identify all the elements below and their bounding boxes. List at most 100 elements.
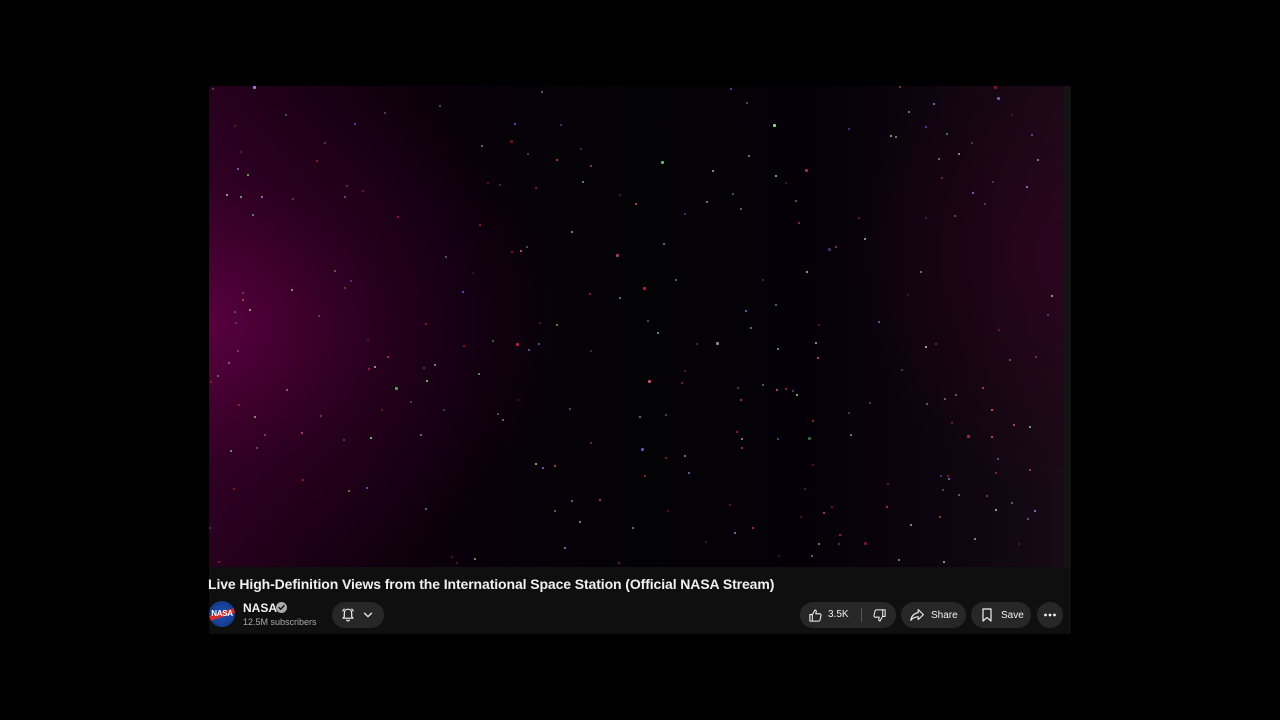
star-dot <box>237 350 239 352</box>
star-dot <box>901 369 903 371</box>
star-dot <box>684 213 686 215</box>
star-dot <box>387 356 389 358</box>
star-dot <box>286 389 288 391</box>
star-dot <box>318 315 320 317</box>
star-dot <box>972 192 974 194</box>
star-dot <box>796 394 798 396</box>
star-dot <box>556 159 558 161</box>
star-dot <box>242 299 244 301</box>
star-dot <box>994 86 997 89</box>
star-dot <box>967 435 970 438</box>
star-dot <box>1011 502 1013 504</box>
star-dot <box>350 280 352 282</box>
star-dot <box>795 200 797 202</box>
star-dot <box>632 527 634 529</box>
star-dot <box>384 112 386 114</box>
notification-settings-button[interactable] <box>332 602 384 628</box>
star-dot <box>253 86 256 89</box>
channel-avatar[interactable]: NASA <box>209 601 235 627</box>
starfield <box>209 86 1064 567</box>
share-button[interactable]: Share <box>901 602 966 628</box>
star-dot <box>346 185 348 187</box>
star-dot <box>920 271 922 273</box>
star-dot <box>234 311 236 313</box>
chevron-down-icon <box>362 609 374 621</box>
star-dot <box>661 161 664 164</box>
star-dot <box>705 541 707 543</box>
star-dot <box>397 216 399 218</box>
star-dot <box>526 246 528 248</box>
star-dot <box>910 524 912 526</box>
star-dot <box>1029 426 1031 428</box>
star-dot <box>740 208 742 210</box>
star-dot <box>590 165 592 167</box>
star-dot <box>750 327 752 329</box>
star-dot <box>367 339 369 341</box>
star-dot <box>233 488 235 490</box>
star-dot <box>644 475 646 477</box>
save-button[interactable]: Save <box>971 602 1031 628</box>
star-dot <box>984 203 986 205</box>
star-dot <box>823 512 825 514</box>
star-dot <box>556 324 558 326</box>
star-dot <box>997 97 1000 100</box>
star-dot <box>316 160 318 162</box>
star-dot <box>240 196 242 198</box>
star-dot <box>908 111 910 113</box>
star-dot <box>886 506 888 508</box>
star-dot <box>218 561 220 563</box>
star-dot <box>792 390 794 392</box>
more-actions-button[interactable] <box>1037 602 1063 628</box>
star-dot <box>1047 314 1049 316</box>
star-dot <box>688 472 690 474</box>
star-dot <box>729 504 731 506</box>
star-dot <box>616 254 619 257</box>
star-dot <box>1018 543 1020 545</box>
star-dot <box>736 431 738 433</box>
star-dot <box>746 102 748 104</box>
dislike-button[interactable] <box>862 602 896 628</box>
star-dot <box>778 555 780 557</box>
channel-name[interactable]: NASA <box>243 601 277 615</box>
star-dot <box>951 422 953 424</box>
star-dot <box>938 158 940 160</box>
star-dot <box>907 294 909 296</box>
star-dot <box>230 450 232 452</box>
star-dot <box>1037 159 1039 161</box>
video-player[interactable] <box>209 86 1064 567</box>
star-dot <box>474 558 476 560</box>
star-dot <box>986 495 988 497</box>
star-dot <box>564 547 566 549</box>
star-dot <box>582 181 584 183</box>
star-dot <box>228 362 230 364</box>
star-dot <box>773 124 776 127</box>
star-dot <box>1013 424 1015 426</box>
star-dot <box>499 184 501 186</box>
star-dot <box>643 287 646 290</box>
star-dot <box>706 201 708 203</box>
star-dot <box>895 136 897 138</box>
like-button[interactable]: 3.5K <box>800 602 858 628</box>
star-dot <box>226 194 228 196</box>
star-dot <box>741 447 743 449</box>
star-dot <box>348 490 350 492</box>
star-dot <box>752 527 754 529</box>
star-dot <box>579 521 581 523</box>
star-dot <box>998 329 1000 331</box>
star-dot <box>800 516 802 518</box>
star-dot <box>410 401 412 403</box>
star-dot <box>527 153 529 155</box>
star-dot <box>212 88 214 90</box>
star-dot <box>234 125 236 127</box>
star-dot <box>954 215 956 217</box>
star-dot <box>716 342 719 345</box>
star-dot <box>569 408 571 410</box>
star-dot <box>991 436 993 438</box>
star-dot <box>619 194 621 196</box>
star-dot <box>804 488 806 490</box>
star-dot <box>762 279 764 281</box>
star-dot <box>890 135 892 137</box>
star-dot <box>538 343 540 345</box>
star-dot <box>434 364 436 366</box>
star-dot <box>748 155 750 157</box>
